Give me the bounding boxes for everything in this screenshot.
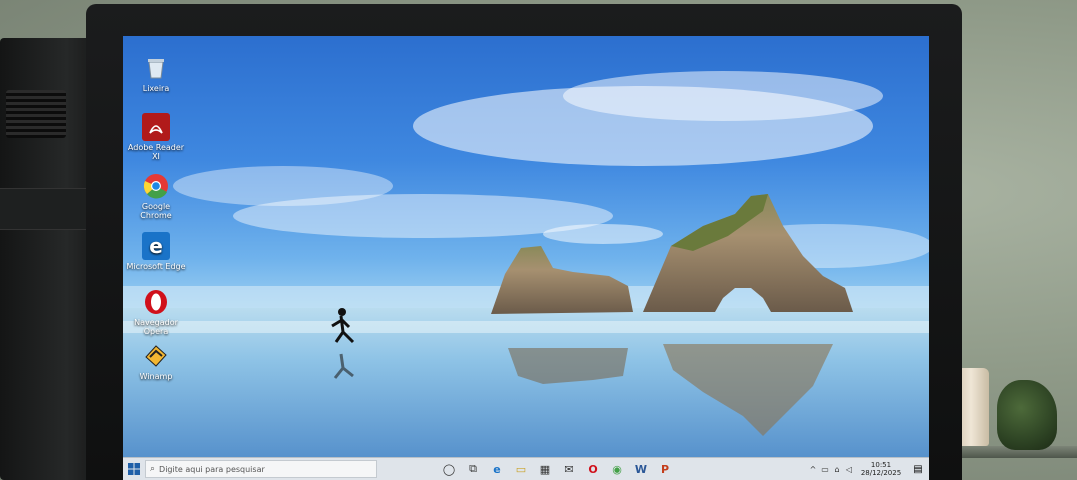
mail-icon[interactable]: ✉ xyxy=(557,458,581,480)
plant xyxy=(997,380,1057,450)
notification-center-icon[interactable]: ▤ xyxy=(907,464,929,475)
desktop-icon-adobe-reader[interactable]: Adobe Reader XI xyxy=(126,113,186,161)
recycle-bin-icon xyxy=(142,54,170,82)
wallpaper xyxy=(123,71,929,480)
opera-icon xyxy=(142,288,170,316)
edge-icon[interactable]: e xyxy=(485,458,509,480)
desktop-icon-label: Microsoft Edge xyxy=(126,262,186,271)
volume-icon[interactable]: ◁ xyxy=(843,465,855,474)
desktop-icon-label: Adobe Reader XI xyxy=(127,143,185,161)
start-button[interactable] xyxy=(123,458,145,480)
file-explorer-icon[interactable]: ▭ xyxy=(509,458,533,480)
cortana-icon[interactable]: ◯ xyxy=(437,458,461,480)
edge-icon: e xyxy=(142,232,170,260)
windows-logo-icon xyxy=(128,463,140,475)
network-icon[interactable]: ⌂ xyxy=(831,465,843,474)
desk-clutter xyxy=(942,360,1077,480)
battery-icon[interactable]: ▭ xyxy=(819,465,831,474)
desktop-icon-opera[interactable]: Navegador Opera xyxy=(126,288,186,336)
opera-icon[interactable]: O xyxy=(581,458,605,480)
task-view-icon[interactable]: ⧉ xyxy=(461,458,485,480)
taskbar: ⌕ Digite aqui para pesquisar ◯ ⧉ e ▭ ▦ ✉… xyxy=(123,457,929,480)
speaker-vent xyxy=(6,90,66,138)
search-icon: ⌕ xyxy=(150,464,156,474)
desktop-icon-label: Winamp xyxy=(139,372,173,381)
clock-date: 28/12/2025 xyxy=(860,469,902,477)
chrome-icon[interactable]: ◉ xyxy=(605,458,629,480)
search-input[interactable]: Digite aqui para pesquisar xyxy=(159,465,265,474)
adobe-reader-icon xyxy=(142,113,170,141)
taskbar-search[interactable]: ⌕ Digite aqui para pesquisar xyxy=(145,460,377,478)
winamp-icon xyxy=(142,342,170,370)
speaker-device xyxy=(0,38,95,480)
desktop-screen: Lixeira Adobe Reader XI Google Chrome e … xyxy=(123,36,929,480)
desktop-icon-label: Lixeira xyxy=(142,84,170,93)
desktop-icon-recycle-bin[interactable]: Lixeira xyxy=(126,54,186,93)
chrome-icon xyxy=(142,172,170,200)
desktop-icon-edge[interactable]: e Microsoft Edge xyxy=(126,232,186,271)
show-hidden-icons-chevron[interactable]: ^ xyxy=(807,465,819,474)
clock[interactable]: 10:51 28/12/2025 xyxy=(855,461,907,477)
system-tray: ^ ▭ ⌂ ◁ 10:51 28/12/2025 ▤ xyxy=(807,458,929,480)
powerpoint-icon[interactable]: P xyxy=(653,458,677,480)
word-icon[interactable]: W xyxy=(629,458,653,480)
desktop-icon-label: Navegador Opera xyxy=(134,318,178,336)
desktop-icon-chrome[interactable]: Google Chrome xyxy=(126,172,186,220)
store-icon[interactable]: ▦ xyxy=(533,458,557,480)
desktop-icon-label: Google Chrome xyxy=(140,202,172,220)
desktop-icon-winamp[interactable]: Winamp xyxy=(126,342,186,381)
clock-time: 10:51 xyxy=(870,461,892,469)
device-panel xyxy=(0,188,95,230)
